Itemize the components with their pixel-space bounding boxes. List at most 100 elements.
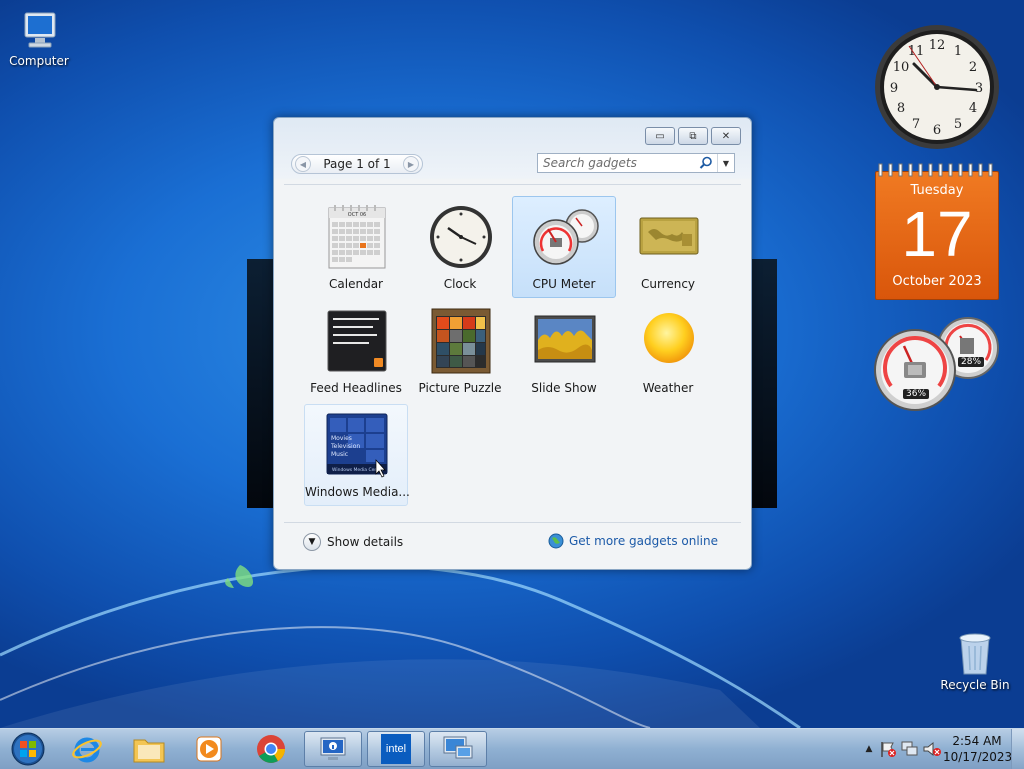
svg-text:Television: Television (330, 443, 360, 450)
svg-text:Movies: Movies (331, 435, 352, 442)
show-hidden-icons-button[interactable]: ▲ (861, 744, 877, 754)
taskbar-remote-desktop[interactable] (429, 731, 487, 767)
gadget-feed-headlines[interactable]: Feed Headlines (304, 300, 408, 402)
windows-start-orb-icon (11, 732, 45, 766)
svg-text:OCT 06: OCT 06 (348, 212, 366, 218)
taskbar-clock[interactable]: 2:54 AM 10/17/2023 (943, 733, 1013, 765)
close-button[interactable]: ✕ (711, 127, 741, 145)
slide-show-gadget-thumbnail (534, 315, 596, 363)
network-icon[interactable] (899, 740, 921, 758)
gadget-label: Currency (640, 277, 696, 291)
system-info-icon (320, 737, 346, 760)
svg-text:1: 1 (954, 44, 962, 59)
search-gadgets-field[interactable]: Search gadgets ▼ (537, 153, 735, 173)
calendar-weekday: Tuesday (910, 183, 964, 198)
start-button[interactable] (0, 731, 56, 767)
gadget-cpu-meter[interactable]: CPU Meter (512, 196, 616, 298)
minimize-icon: ▭ (655, 130, 665, 142)
gadget-windows-media-center[interactable]: Movies Television Music Windows Media Ce… (304, 404, 410, 506)
gadget-picture-puzzle[interactable]: Picture Puzzle (408, 300, 512, 402)
clock-gadget[interactable]: 12 1 2 345 678 9 10 11 (874, 24, 1000, 150)
desktop-icon-recycle-bin[interactable]: Recycle Bin (930, 630, 1020, 692)
previous-page-button[interactable]: ◀ (295, 156, 311, 172)
svg-text:6: 6 (933, 123, 941, 138)
gadget-label: Feed Headlines (310, 381, 402, 395)
bottom-separator (284, 522, 741, 523)
page-label: Page 1 of 1 (323, 157, 391, 171)
gadget-label: Picture Puzzle (418, 381, 502, 395)
volume-muted-icon[interactable] (921, 740, 943, 758)
search-input[interactable]: Search gadgets (538, 156, 699, 170)
top-separator (284, 184, 741, 185)
cpu-usage-label: 36% (903, 389, 930, 399)
get-more-gadgets-label: Get more gadgets online (568, 534, 718, 548)
chevron-down-icon: ▼ (722, 158, 730, 168)
remote-desktop-icon (443, 736, 473, 759)
chevron-down-icon: ▼ (303, 533, 321, 551)
svg-text:10: 10 (893, 60, 910, 75)
search-dropdown-button[interactable]: ▼ (717, 154, 734, 172)
taskbar-date: 10/17/2023 (943, 750, 1013, 764)
desktop[interactable]: Computer Recycle Bin 12 1 2 345 678 9 10 11 (0, 0, 1024, 728)
taskbar-windows-explorer[interactable] (120, 731, 178, 767)
svg-text:Music: Music (331, 451, 348, 458)
restore-icon: ⧉ (689, 130, 697, 142)
restore-button[interactable]: ⧉ (678, 127, 708, 145)
gadget-label: Calendar (329, 277, 383, 291)
calendar-rings (878, 163, 993, 177)
computer-icon (24, 12, 56, 48)
search-icon (699, 156, 712, 169)
get-more-gadgets-link[interactable]: Get more gadgets online (548, 533, 718, 549)
svg-text:9: 9 (890, 81, 898, 96)
recycle-bin-icon (959, 633, 991, 675)
next-page-button[interactable]: ▶ (403, 156, 419, 172)
svg-text:3: 3 (975, 81, 983, 96)
svg-text:8: 8 (897, 101, 905, 116)
feed-headlines-gadget-thumbnail (327, 310, 387, 372)
show-desktop-button[interactable] (1011, 729, 1024, 769)
taskbar: intel ▲ 2:54 AM 10/17/2023 (0, 728, 1024, 769)
action-center-flag-icon[interactable] (877, 740, 899, 758)
close-icon: ✕ (721, 130, 731, 142)
svg-text:4: 4 (969, 101, 977, 116)
gadget-slide-show[interactable]: Slide Show (512, 300, 616, 402)
currency-gadget-thumbnail (639, 217, 699, 255)
gadget-label: Weather (642, 381, 694, 395)
show-details-button[interactable]: ▼ Show details (303, 533, 403, 551)
taskbar-system-info[interactable] (304, 731, 362, 767)
minimize-button[interactable]: ▭ (645, 127, 675, 145)
gadget-label: CPU Meter (532, 277, 596, 291)
gadget-calendar[interactable]: OCT 06 Calendar (304, 196, 408, 298)
chrome-icon (257, 735, 285, 763)
chevron-up-icon: ▲ (865, 744, 873, 754)
desktop-icon-label: Recycle Bin (940, 678, 1010, 692)
intel-icon: intel (381, 734, 411, 764)
svg-text:2: 2 (969, 60, 977, 75)
calendar-gadget[interactable]: Tuesday 17 October 2023 (875, 163, 999, 300)
weather-sun-icon (644, 313, 694, 363)
cpu-meter-gadget[interactable]: 36% 28% (874, 316, 1000, 412)
globe-icon (548, 533, 564, 549)
taskbar-media-player[interactable] (180, 731, 238, 767)
taskbar-internet-explorer[interactable] (58, 731, 116, 767)
calendar-day: 17 (901, 198, 973, 270)
internet-explorer-icon (72, 737, 102, 763)
desktop-icon-label: Computer (9, 54, 69, 68)
svg-text:5: 5 (954, 117, 962, 132)
clock-face: 12 12 345 678 91011 (875, 25, 999, 149)
memory-usage-label: 28% (958, 357, 985, 367)
page-navigator: ◀ Page 1 of 1 ▶ (291, 154, 423, 174)
taskbar-chrome[interactable] (242, 731, 300, 767)
svg-text:12: 12 (929, 38, 946, 53)
svg-text:7: 7 (912, 117, 920, 132)
media-player-icon (196, 736, 222, 762)
clock-gadget-thumbnail (430, 206, 492, 268)
gadget-weather[interactable]: Weather (616, 300, 720, 402)
desktop-icon-computer[interactable]: Computer (0, 10, 84, 68)
gadget-clock[interactable]: Clock (408, 196, 512, 298)
gadget-currency[interactable]: Currency (616, 196, 720, 298)
calendar-gadget-thumbnail: OCT 06 (328, 205, 386, 269)
gadget-gallery-window[interactable]: ▭ ⧉ ✕ ◀ Page 1 of 1 ▶ Search gadgets ▼ O… (273, 117, 752, 570)
taskbar-intel[interactable]: intel (367, 731, 425, 767)
picture-puzzle-gadget-thumbnail (431, 308, 491, 374)
